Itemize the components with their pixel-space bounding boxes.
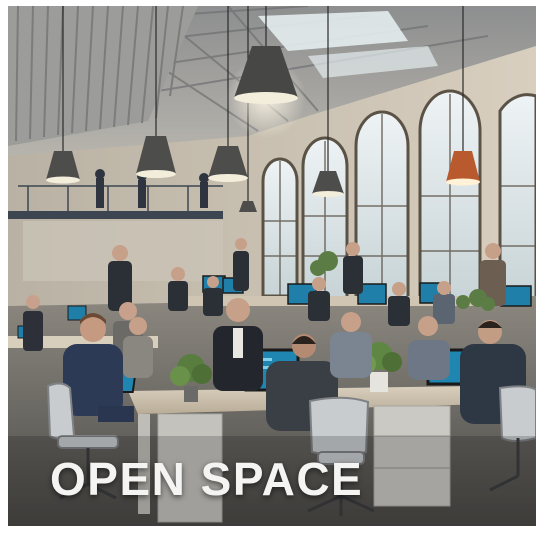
open-space-office-scene — [8, 6, 536, 526]
office-photo: OPEN SPACE — [8, 6, 536, 526]
caption-text: OPEN SPACE — [50, 453, 364, 505]
